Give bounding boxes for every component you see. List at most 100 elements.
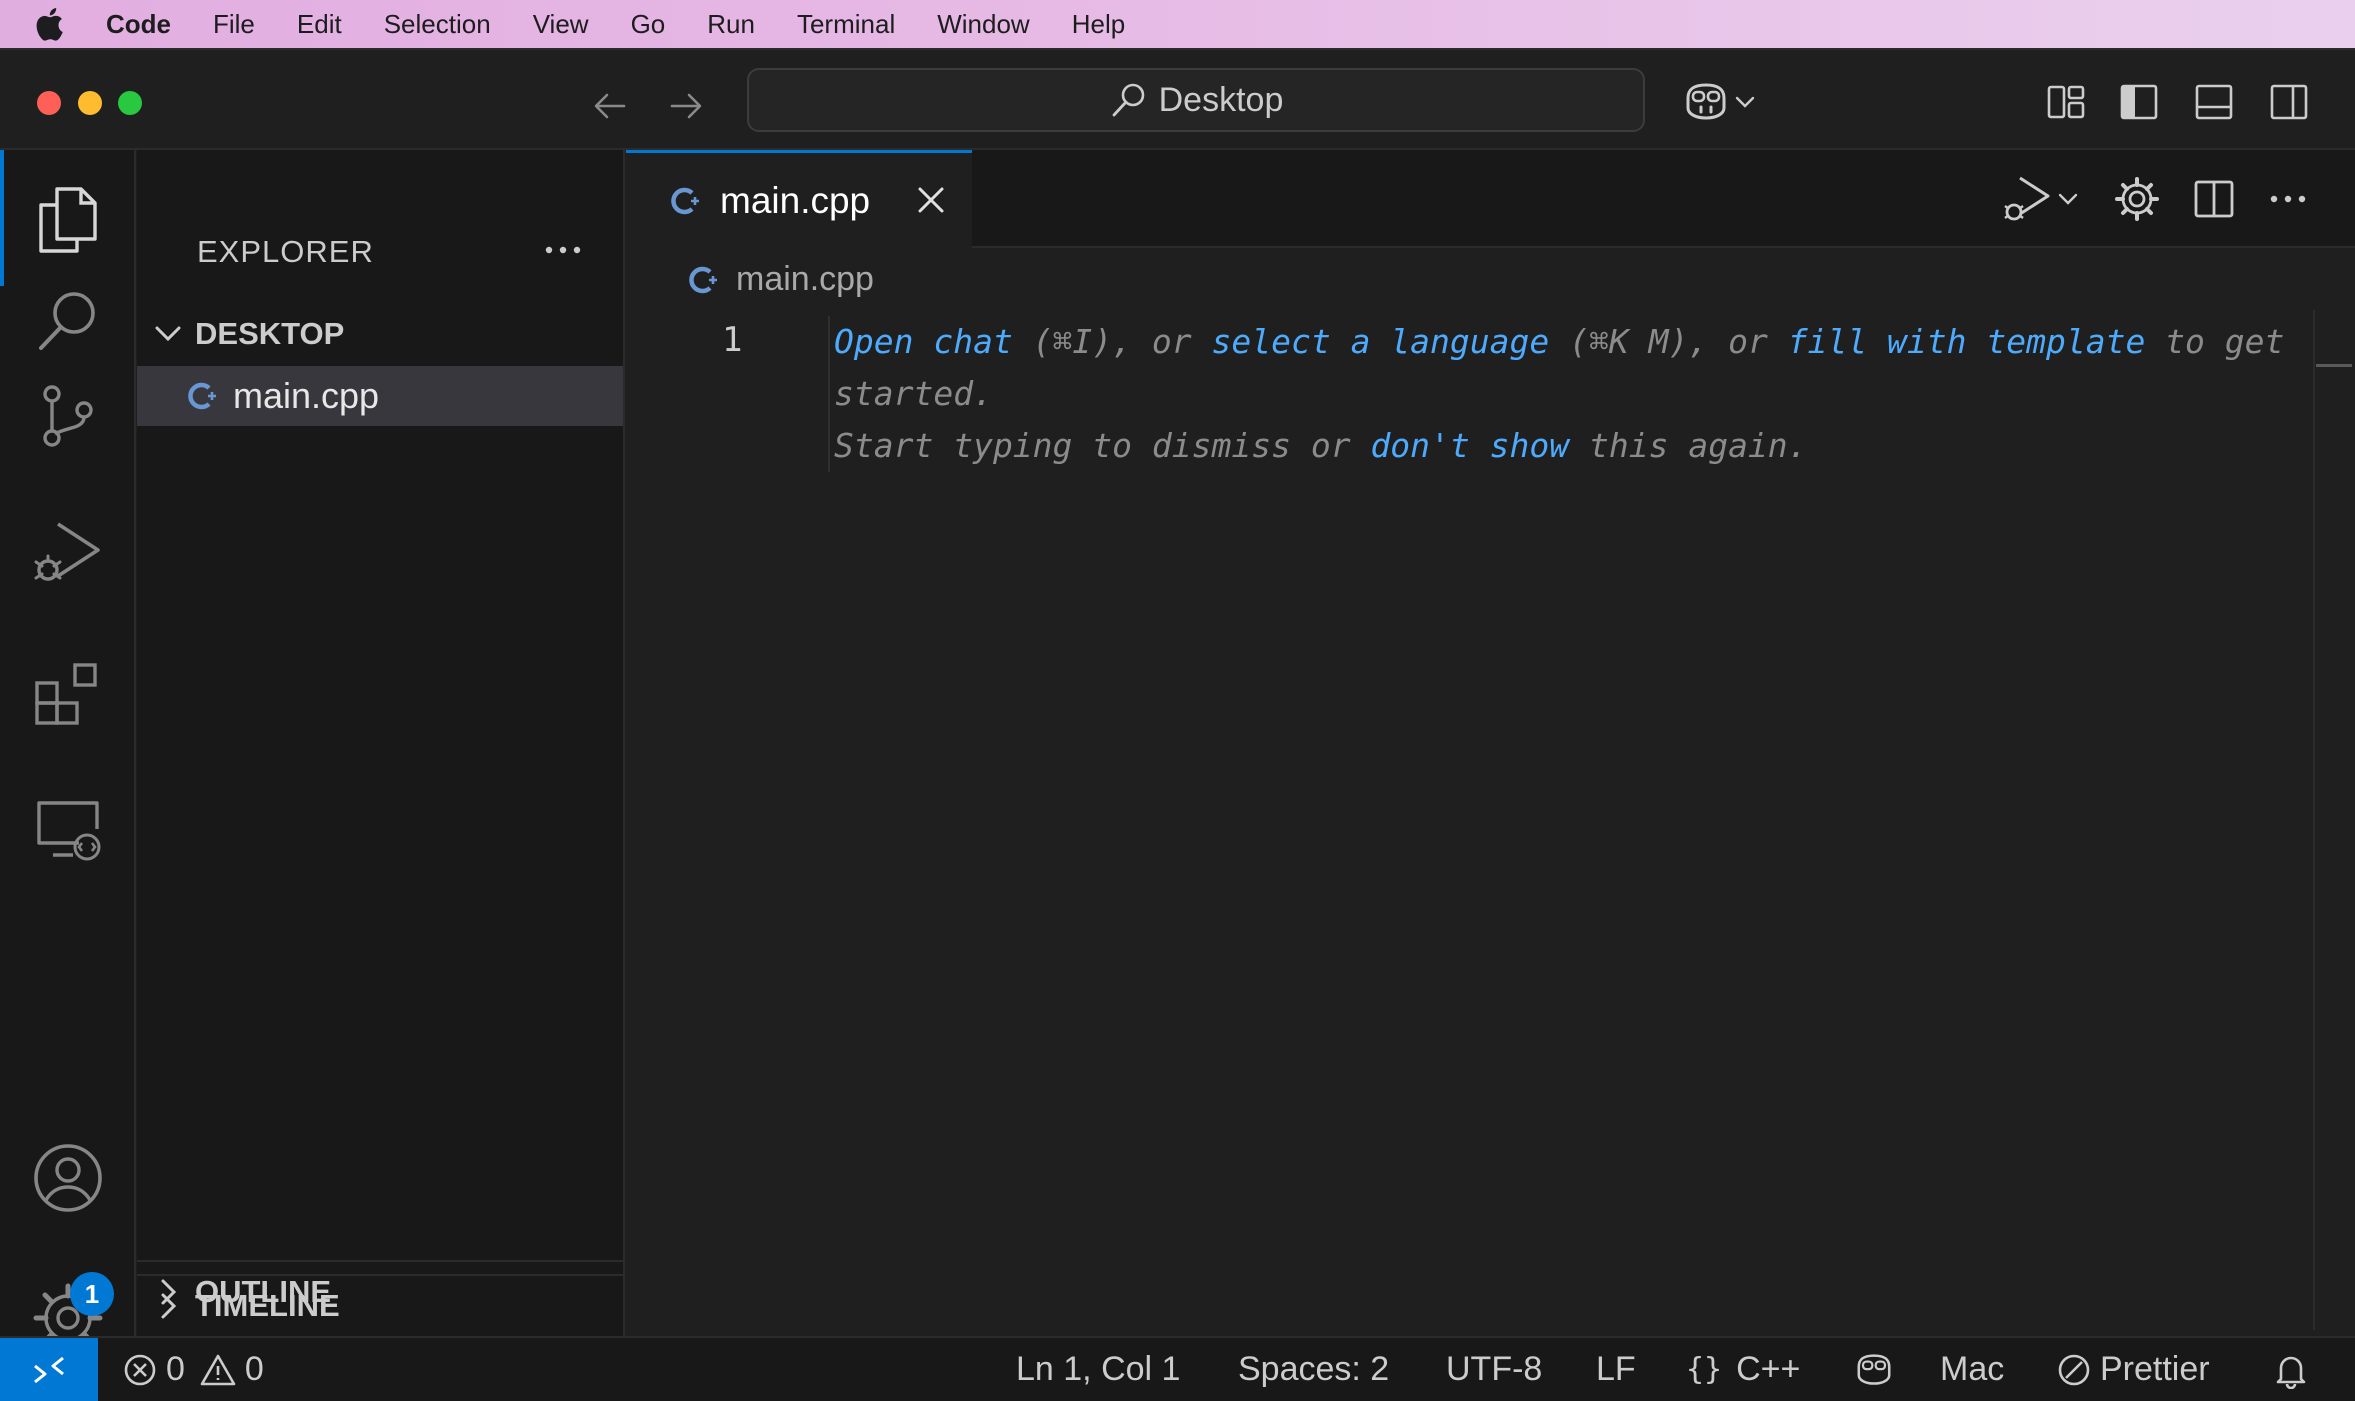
editor-more-actions-button[interactable] <box>2266 174 2310 224</box>
code-editor[interactable]: 1 Open chat (⌘I), or select a language (… <box>626 310 2355 1330</box>
menu-run[interactable]: Run <box>707 9 755 40</box>
menu-selection[interactable]: Selection <box>384 9 491 40</box>
run-debug-icon <box>34 522 100 581</box>
remote-explorer-icon <box>37 801 101 861</box>
source-control-activity-button[interactable] <box>28 376 108 456</box>
keymap-status[interactable]: Mac <box>1940 1338 2004 1401</box>
sidebar-title: EXPLORER <box>197 234 374 269</box>
language-mode-status[interactable]: {} C++ <box>1686 1338 1800 1401</box>
extensions-icon <box>35 663 97 725</box>
explorer-activity-button[interactable] <box>28 180 108 260</box>
tab-label: main.cpp <box>720 179 871 221</box>
menu-terminal[interactable]: Terminal <box>797 9 895 40</box>
maximize-window-button[interactable] <box>118 91 142 115</box>
cpp-settings-button[interactable] <box>2114 174 2160 224</box>
ellipsis-icon <box>2270 195 2306 203</box>
split-editor-button[interactable] <box>2192 174 2236 224</box>
cpp-file-icon <box>671 187 699 214</box>
overview-ruler[interactable] <box>2313 310 2315 1330</box>
file-label: main.cpp <box>233 375 380 416</box>
close-tab-button[interactable] <box>914 183 948 222</box>
remote-explorer-activity-button[interactable] <box>28 790 108 870</box>
cpp-file-icon <box>689 266 717 293</box>
dont-show-link[interactable]: don't show <box>1370 426 1569 465</box>
menu-go[interactable]: Go <box>631 9 666 40</box>
open-chat-link[interactable]: Open chat <box>834 322 1013 361</box>
command-center-label: Desktop <box>1158 80 1284 119</box>
command-center-search[interactable]: Desktop <box>747 68 1645 132</box>
explorer-sidebar: EXPLORER DESKTOP main.cpp OUTLINE <box>137 150 625 1336</box>
accounts-activity-button[interactable] <box>28 1138 108 1218</box>
prettier-label: Prettier <box>2100 1350 2210 1388</box>
sidebar-left-icon <box>2120 84 2158 120</box>
prettier-disabled-icon <box>2058 1354 2090 1385</box>
tab-strip: main.cpp <box>626 150 2355 248</box>
remote-indicator-button[interactable] <box>0 1338 98 1401</box>
empty-editor-hint: Open chat (⌘I), or select a language (⌘K… <box>828 316 2344 472</box>
notifications-button[interactable] <box>2272 1338 2318 1401</box>
menu-help[interactable]: Help <box>1072 9 1125 40</box>
copilot-status[interactable] <box>1852 1338 1904 1401</box>
timeline-section-header[interactable]: TIMELINE <box>137 1274 623 1336</box>
toggle-panel-button[interactable] <box>2193 80 2235 124</box>
bell-icon <box>2276 1356 2306 1389</box>
chevron-down-icon <box>1735 96 1755 108</box>
menu-view[interactable]: View <box>533 9 589 40</box>
problems-status[interactable]: 0 0 <box>122 1338 264 1401</box>
extensions-activity-button[interactable] <box>28 654 108 734</box>
macos-menu-bar: Code File Edit Selection View Go Run Ter… <box>0 0 2355 48</box>
explorer-more-actions-button[interactable] <box>541 230 585 275</box>
copilot-menu-button[interactable] <box>1680 80 1758 124</box>
hint-to-get: to get <box>2145 322 2285 361</box>
indentation-status[interactable]: Spaces: 2 <box>1238 1338 1389 1401</box>
hint-started: started. <box>834 374 993 413</box>
customize-layout-icon <box>2047 85 2085 119</box>
close-window-button[interactable] <box>37 91 61 115</box>
fill-template-link[interactable]: fill with template <box>1788 322 2146 361</box>
files-icon <box>39 187 97 253</box>
menu-window[interactable]: Window <box>937 9 1029 40</box>
minimize-window-button[interactable] <box>78 91 102 115</box>
account-icon <box>34 1144 102 1212</box>
open-chat-shortcut: (⌘I), or <box>1012 322 1212 361</box>
file-item-main-cpp[interactable]: main.cpp <box>137 366 623 426</box>
forward-arrow-icon[interactable] <box>666 86 706 126</box>
folder-desktop[interactable]: DESKTOP <box>137 312 625 356</box>
warning-icon <box>200 1354 236 1385</box>
customize-layout-button[interactable] <box>2045 80 2087 124</box>
vscode-window: Desktop 1 EXPLORER DESKTOP main.cpp OUTL… <box>0 48 2355 1401</box>
split-editor-icon <box>2194 180 2234 218</box>
menu-code[interactable]: Code <box>106 9 171 40</box>
run-debug-dropdown-button[interactable] <box>2000 174 2082 224</box>
ellipsis-icon <box>545 246 581 254</box>
braces-icon: {} <box>1686 1352 1723 1387</box>
cursor-position-status[interactable]: Ln 1, Col 1 <box>1016 1338 1180 1401</box>
back-arrow-icon[interactable] <box>590 86 630 126</box>
prettier-status[interactable]: Prettier <box>2056 1338 2210 1401</box>
run-debug-activity-button[interactable] <box>28 514 108 594</box>
toggle-secondary-sidebar-button[interactable] <box>2268 80 2310 124</box>
folder-label: DESKTOP <box>195 316 345 351</box>
menu-edit[interactable]: Edit <box>297 9 342 40</box>
encoding-status[interactable]: UTF-8 <box>1446 1338 1542 1401</box>
breadcrumb-file: main.cpp <box>736 260 874 298</box>
search-activity-button[interactable] <box>28 280 108 360</box>
menu-file[interactable]: File <box>213 9 255 40</box>
toggle-primary-sidebar-button[interactable] <box>2118 80 2160 124</box>
line-number: 1 <box>722 320 743 360</box>
warning-count: 0 <box>244 1350 264 1388</box>
gear-icon <box>2115 177 2159 221</box>
select-language-link[interactable]: select a language <box>1212 322 1550 361</box>
apple-logo-icon[interactable] <box>34 3 76 45</box>
tab-main-cpp[interactable]: main.cpp <box>626 150 972 248</box>
language-label: C++ <box>1736 1350 1801 1388</box>
copilot-icon <box>1857 1353 1891 1385</box>
error-count: 0 <box>166 1350 185 1388</box>
search-icon <box>1112 83 1144 117</box>
title-bar: Desktop <box>0 50 2355 150</box>
timeline-label: TIMELINE <box>195 1288 340 1323</box>
breadcrumb[interactable]: main.cpp <box>686 260 874 299</box>
chevron-down-icon <box>2058 193 2078 205</box>
eol-status[interactable]: LF <box>1596 1338 1636 1401</box>
chevron-right-icon <box>161 1293 177 1319</box>
